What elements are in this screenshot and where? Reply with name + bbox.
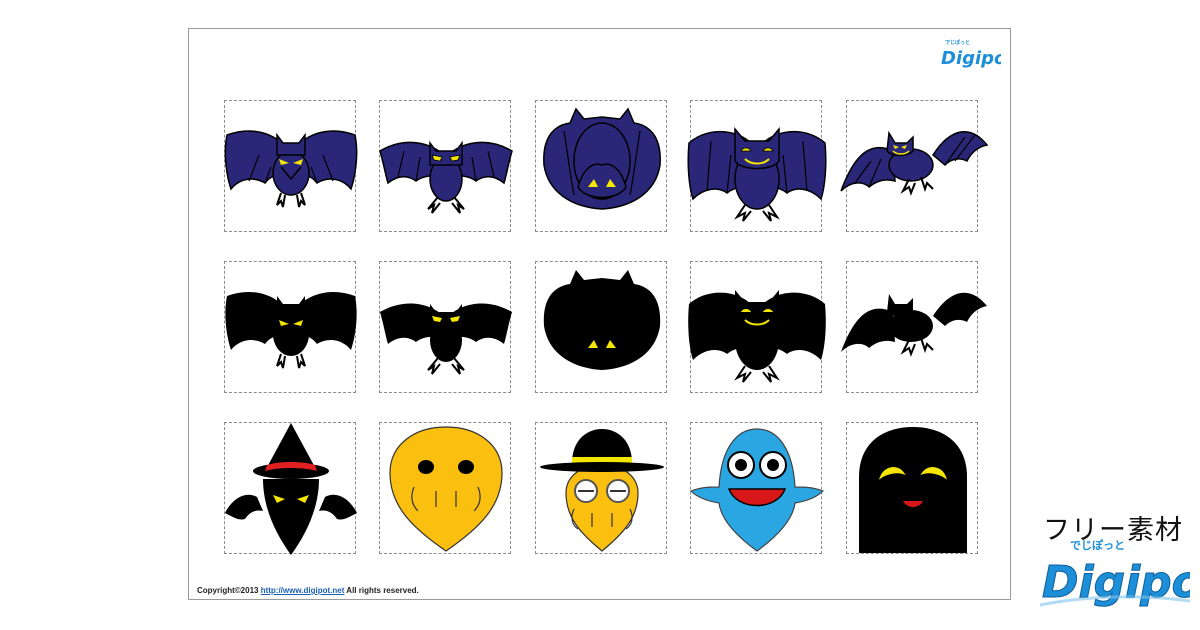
clipart-sheet: でじぽっと Digipot (188, 28, 1011, 600)
grid-cell (224, 261, 357, 393)
grid-cell (535, 422, 667, 554)
bat-silhouette-smiling-icon (688, 290, 826, 383)
bat-blue-flying-icon (840, 130, 989, 196)
grid-cell (687, 100, 827, 232)
bat-silhouette-angry-icon (380, 303, 512, 375)
grid-cell (840, 100, 989, 232)
bat-blue-angry-icon (379, 140, 513, 214)
grid-cell (379, 261, 512, 393)
bat-blue-spread-icon (224, 130, 358, 208)
black-ghost-icon (859, 427, 967, 553)
grid-cell (535, 261, 667, 393)
grid-cell (535, 100, 667, 232)
bat-blue-hanging-icon (543, 107, 661, 210)
witch-hat-ghost-icon (225, 423, 357, 555)
yellow-ghost-icon (389, 426, 503, 552)
grid-cell (689, 422, 825, 554)
copyright-prefix: Copyright©2013 (197, 586, 261, 595)
bat-silhouette-spread-icon (225, 291, 357, 369)
digipot-logo-small: でじぽっと Digipot (941, 39, 1001, 69)
site-link[interactable]: http://www.digipot.net (261, 586, 345, 595)
grid-cell (841, 261, 987, 393)
logo-ruby: でじぽっと (1070, 538, 1125, 552)
bat-silhouette-hanging-icon (543, 270, 661, 370)
grid-cell (688, 261, 826, 393)
grid-cell (379, 422, 511, 554)
bat-blue-smiling-icon (687, 126, 827, 222)
copyright-suffix: All rights reserved. (344, 586, 419, 595)
grid-cell (379, 100, 513, 232)
logo-ruby-small: でじぽっと (945, 39, 970, 46)
blue-smiling-ghost-icon (689, 428, 825, 552)
copyright-notice: Copyright©2013 http://www.digipot.net Al… (197, 586, 419, 595)
grid-cell (224, 422, 357, 555)
grid-cell (224, 100, 358, 232)
grid-cell (846, 422, 978, 554)
bowler-hat-ghost-icon (540, 429, 664, 552)
bat-silhouette-flying-icon (841, 292, 987, 357)
digipot-logo: でじぽっと Digipot (1040, 538, 1190, 609)
logo-text-small: Digipot (941, 48, 1001, 69)
